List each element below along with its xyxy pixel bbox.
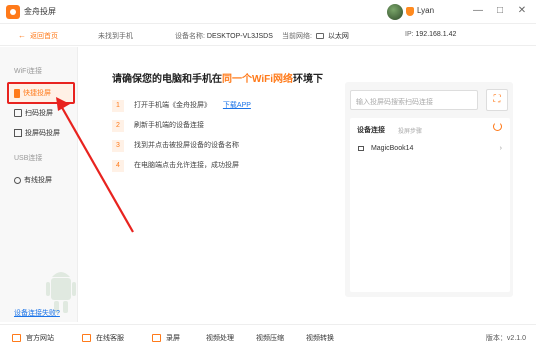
scan-qr-button[interactable]: ⛶ — [486, 89, 508, 111]
sidebar-item-wired-cast[interactable]: 有线投屏 — [10, 171, 72, 189]
record-screen-label: 录屏 — [166, 335, 180, 342]
network-label: 当前网络: — [282, 33, 312, 40]
headset-icon — [82, 334, 91, 343]
video-compress-label: 视频压缩 — [256, 335, 284, 342]
no-phone-text: 未找到手机 — [98, 33, 133, 40]
scan-icon — [14, 109, 22, 117]
sidebar-item-label: 投屏码投屏 — [25, 130, 60, 137]
device-item-name: MagicBook14 — [370, 145, 414, 152]
record-icon — [152, 334, 161, 343]
official-site-label: 官方网站 — [26, 335, 54, 342]
ip-value: 192.168.1.42 — [415, 31, 457, 38]
step-item: 1 打开手机端《金舟投屏》 下载APP — [112, 100, 251, 112]
sidebar-item-scan-cast[interactable]: 扫码投屏 — [10, 104, 72, 122]
sidebar-item-code-cast[interactable]: 投屏码投屏 — [10, 124, 72, 142]
online-support-button[interactable]: 在线客服 — [82, 333, 124, 343]
chevron-right-icon: › — [499, 145, 502, 152]
close-button[interactable]: ✕ — [514, 3, 530, 19]
page-title: 请确保您的电脑和手机在同一个WiFi网络环境下 — [112, 70, 323, 85]
version-text: 版本：v2.1.0 — [485, 335, 526, 342]
app-title: 金舟投屏 — [24, 7, 56, 16]
back-label: 返回首页 — [30, 33, 58, 40]
title-bar: 金舟投屏 Lyan — □ ✕ — [0, 0, 536, 24]
ip-info: IP: 192.168.1.42 — [405, 31, 456, 38]
back-button[interactable]: ← 返回首页 — [18, 31, 58, 41]
monitor-icon — [315, 33, 324, 40]
video-convert-label: 视频转换 — [306, 335, 334, 342]
step-number: 3 — [112, 140, 124, 152]
annotation-highlight-box — [7, 82, 75, 104]
video-convert-button[interactable]: 视频转换 — [306, 333, 334, 343]
user-avatar[interactable] — [387, 4, 403, 20]
video-processing-label: 视频处理 — [206, 335, 234, 342]
refresh-icon[interactable] — [493, 122, 502, 131]
sidebar-item-label: 有线投屏 — [24, 177, 52, 184]
video-processing-button[interactable]: 视频处理 — [206, 333, 234, 343]
device-connect-title: 设备连接 — [357, 127, 385, 134]
download-app-link[interactable]: 下载APP — [223, 102, 251, 109]
connection-failed-link[interactable]: 设备连接失败? — [14, 308, 60, 318]
step-item: 3 找到并点击被投屏设备的设备名称 — [112, 140, 239, 152]
ip-label: IP: — [405, 31, 414, 38]
laptop-icon — [358, 145, 364, 151]
step-number: 4 — [112, 160, 124, 172]
device-list-item[interactable]: MagicBook14 › — [358, 145, 504, 152]
step-number: 2 — [112, 120, 124, 132]
usb-section-label: USB连接 — [14, 155, 43, 162]
device-name-value: DESKTOP-VL3JSDS — [206, 33, 273, 40]
record-screen-button[interactable]: 录屏 — [152, 333, 180, 343]
info-bar: ← 返回首页 未找到手机 设备名称: DESKTOP-VL3JSDS 当前网络:… — [0, 26, 536, 46]
step-text: 打开手机端《金舟投屏》 — [133, 102, 211, 109]
step-number: 1 — [112, 100, 124, 112]
step-text: 刷新手机端的设备连接 — [133, 122, 204, 129]
maximize-button[interactable]: □ — [492, 3, 508, 19]
wifi-section-label: WiFi连接 — [14, 68, 42, 75]
bottom-toolbar: 官方网站 在线客服 录屏 视频处理 视频压缩 视频转换 版本：v2.1.0 — [0, 324, 536, 348]
step-item: 4 在电脑端点击允许连接，成功投屏 — [112, 160, 239, 172]
scan-frame-icon: ⛶ — [493, 94, 501, 105]
title-prefix: 请确保您的电脑和手机在 — [112, 74, 222, 85]
cast-code-search-input[interactable]: 输入投屏码搜索扫码连接 — [350, 90, 478, 110]
step-text: 在电脑端点击允许连接，成功投屏 — [133, 162, 239, 169]
device-name-info: 设备名称: DESKTOP-VL3JSDS — [175, 31, 273, 41]
minimize-button[interactable]: — — [470, 3, 486, 19]
back-arrow-icon: ← — [18, 31, 26, 40]
app-logo-icon — [6, 5, 20, 19]
device-name-label: 设备名称: — [175, 33, 205, 40]
monitor-icon — [12, 334, 21, 343]
user-name[interactable]: Lyan — [417, 6, 434, 15]
video-compress-button[interactable]: 视频压缩 — [256, 333, 284, 343]
online-support-label: 在线客服 — [96, 335, 124, 342]
official-site-button[interactable]: 官方网站 — [12, 333, 54, 343]
vip-shield-icon — [406, 7, 414, 16]
step-item: 2 刷新手机端的设备连接 — [112, 120, 204, 132]
cast-steps-hint[interactable]: 投屏步骤 — [398, 126, 422, 135]
code-icon — [14, 129, 22, 137]
usb-icon — [14, 176, 21, 184]
title-suffix: 环境下 — [293, 74, 324, 85]
network-value: 以太网 — [327, 33, 349, 40]
sidebar-item-label: 扫码投屏 — [25, 110, 53, 117]
network-info: 当前网络: 以太网 — [282, 31, 349, 41]
step-text: 找到并点击被投屏设备的设备名称 — [133, 142, 239, 149]
title-accent: 同一个WiFi网络 — [222, 74, 294, 85]
